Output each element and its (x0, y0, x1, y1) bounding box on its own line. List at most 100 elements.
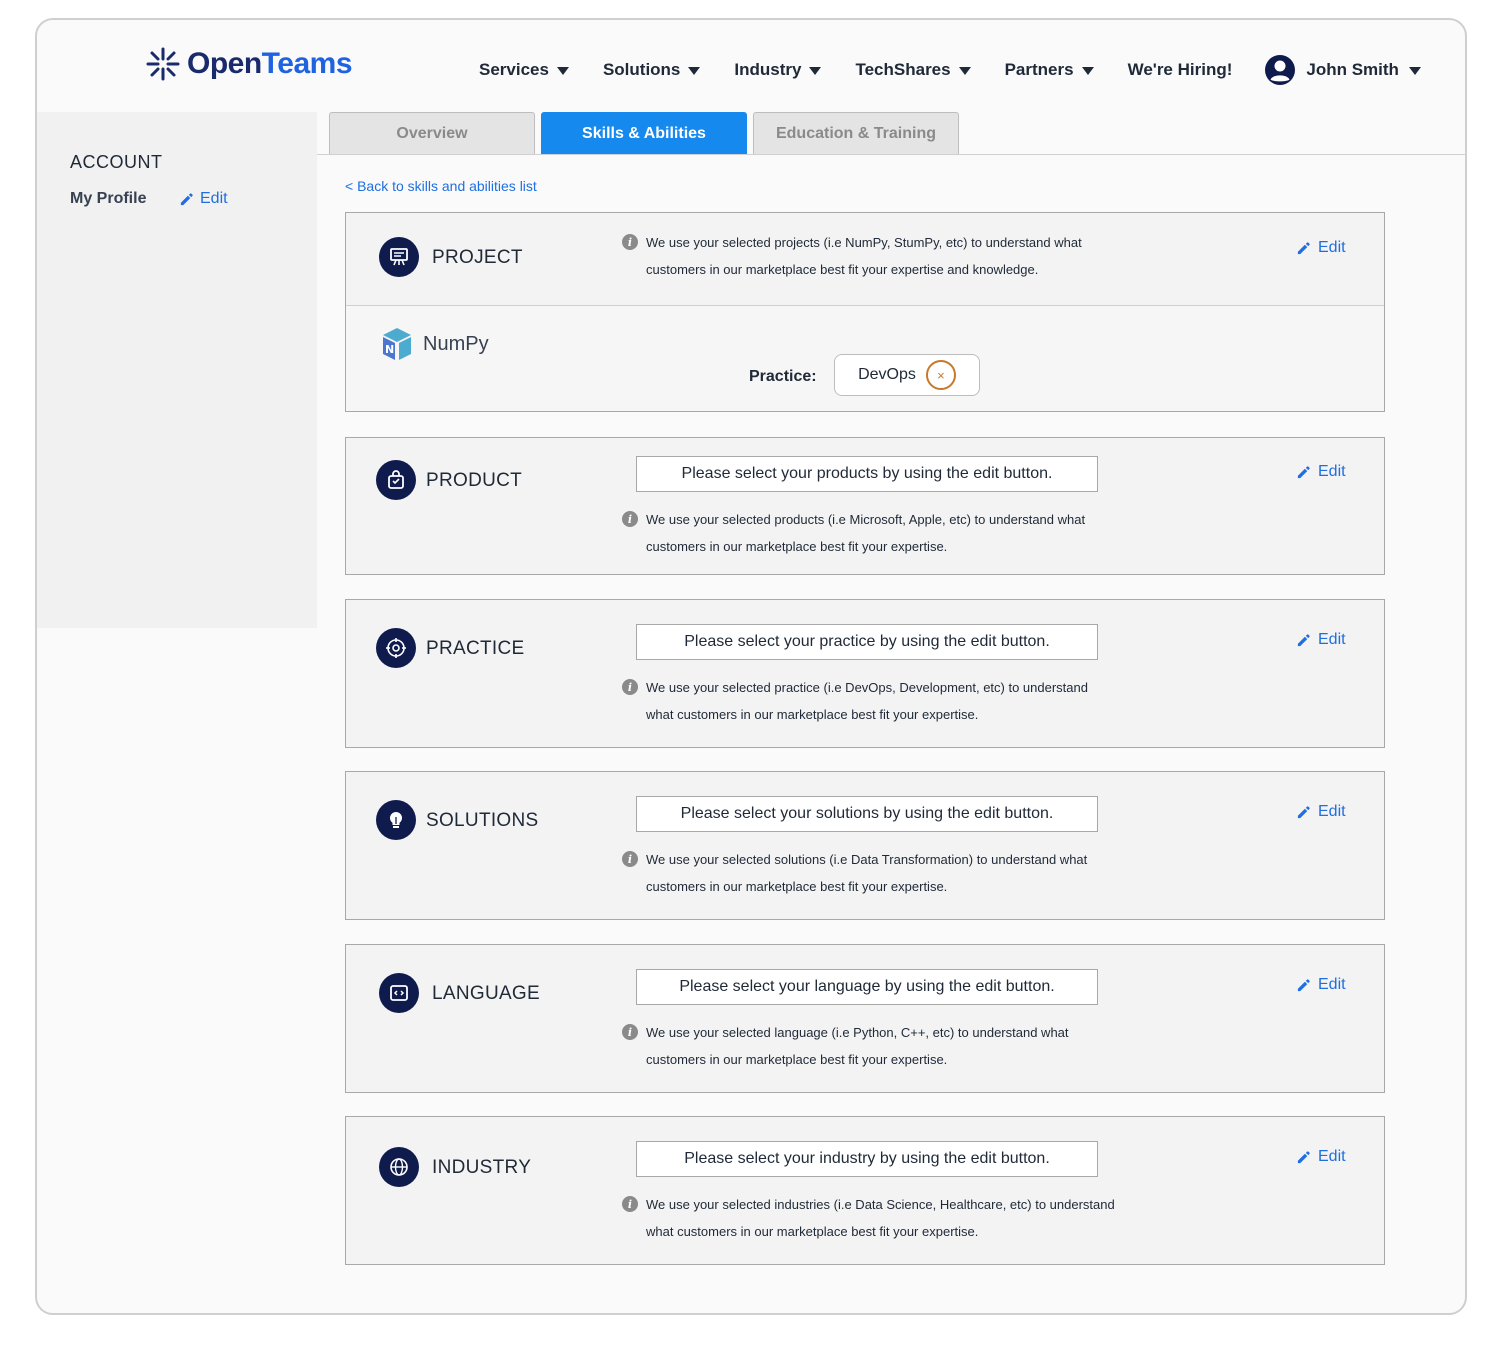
nav-partners[interactable]: Partners (1005, 60, 1094, 80)
caret-down-icon (1081, 67, 1094, 75)
openteams-logo[interactable]: OpenTeams (145, 46, 353, 82)
caret-down-icon (1408, 67, 1421, 75)
caret-down-icon (958, 67, 971, 75)
user-menu[interactable]: John Smith (1264, 54, 1421, 86)
sidebar: ACCOUNT My Profile Edit (37, 112, 317, 628)
solutions-info-text: We use your selected solutions (i.e Data… (646, 852, 1088, 894)
product-prompt-box: Please select your products by using the… (636, 456, 1098, 492)
project-info-text: We use your selected projects (i.e NumPy… (646, 235, 1082, 277)
edit-label: Edit (1318, 631, 1346, 648)
code-window-icon (390, 985, 408, 1001)
numpy-logo-icon: N (383, 328, 411, 360)
info-icon: i (622, 511, 638, 527)
practice-info-text: We use your selected practice (i.e DevOp… (646, 680, 1088, 722)
edit-label: Edit (1318, 239, 1346, 256)
solutions-info: i We use your selected solutions (i.e Da… (622, 846, 1116, 900)
sidebar-item-my-profile[interactable]: My Profile (70, 190, 146, 208)
practice-title: PRACTICE (426, 638, 525, 659)
product-icon (376, 460, 416, 500)
nav-label: TechShares (855, 60, 951, 79)
tab-divider (317, 154, 1465, 155)
pencil-icon (1297, 1150, 1310, 1163)
caret-down-icon (688, 67, 701, 75)
presentation-board-icon (390, 248, 408, 266)
industry-prompt-box: Please select your industry by using the… (636, 1141, 1098, 1177)
industry-icon (379, 1147, 419, 1187)
tab-education-training[interactable]: Education & Training (753, 112, 959, 154)
solutions-prompt-box: Please select your solutions by using th… (636, 796, 1098, 832)
svg-text:N: N (385, 343, 394, 356)
nav-services[interactable]: Services (479, 60, 569, 80)
edit-label: Edit (1318, 1148, 1346, 1165)
nav-label: Services (479, 60, 549, 79)
product-card: PRODUCT Please select your products by u… (345, 437, 1385, 575)
gear-target-icon (386, 638, 406, 658)
project-item-numpy: N NumPy (379, 326, 489, 362)
practice-info: i We use your selected practice (i.e Dev… (622, 674, 1116, 728)
back-to-list-link[interactable]: < Back to skills and abilities list (345, 178, 537, 194)
pencil-icon (180, 192, 193, 205)
profile-edit-button[interactable]: Edit (179, 190, 228, 208)
edit-label: Edit (1318, 463, 1346, 480)
product-title: PRODUCT (426, 470, 523, 491)
industry-card: INDUSTRY Please select your industry by … (345, 1116, 1385, 1265)
bag-icon (388, 470, 404, 489)
industry-info: i We use your selected industries (i.e D… (622, 1191, 1116, 1245)
pencil-icon (1297, 805, 1310, 818)
nav-label: Industry (734, 60, 802, 79)
solutions-card: SOLUTIONS Please select your solutions b… (345, 771, 1385, 920)
edit-label: Edit (1318, 803, 1346, 820)
globe-icon (390, 1158, 408, 1176)
project-icon (379, 237, 419, 277)
practice-prompt-box: Please select your practice by using the… (636, 624, 1098, 660)
product-info: i We use your selected products (i.e Mic… (622, 506, 1116, 560)
language-icon (379, 973, 419, 1013)
language-edit-button[interactable]: Edit (1296, 976, 1346, 994)
practice-card: PRACTICE Please select your practice by … (345, 599, 1385, 748)
product-edit-button[interactable]: Edit (1296, 463, 1346, 481)
nav-label: Partners (1004, 60, 1074, 79)
app-window: OpenTeams Services Solutions Industry Te… (35, 18, 1467, 1315)
language-card: LANGUAGE Please select your language by … (345, 944, 1385, 1093)
caret-down-icon (809, 67, 822, 75)
project-title: PROJECT (432, 247, 523, 268)
practice-value: DevOps (858, 366, 916, 383)
industry-title: INDUSTRY (432, 1157, 532, 1178)
nav-hiring-link[interactable]: We're Hiring! (1128, 60, 1233, 80)
nav-label: Solutions (602, 60, 681, 79)
project-edit-button[interactable]: Edit (1296, 239, 1346, 257)
pencil-icon (1297, 633, 1310, 646)
solutions-title: SOLUTIONS (426, 810, 539, 831)
user-avatar-icon (1265, 55, 1296, 85)
solutions-edit-button[interactable]: Edit (1296, 803, 1346, 821)
solutions-icon (376, 800, 416, 840)
pencil-icon (1297, 241, 1310, 254)
industry-edit-button[interactable]: Edit (1296, 1148, 1346, 1166)
practice-devops-chip: DevOps × (834, 354, 980, 396)
tab-skills-abilities[interactable]: Skills & Abilities (541, 112, 747, 154)
logo-text-open: Open (187, 47, 262, 80)
user-name: John Smith (1306, 60, 1399, 79)
language-info-text: We use your selected language (i.e Pytho… (646, 1025, 1069, 1067)
remove-practice-icon[interactable]: × (925, 360, 956, 390)
openteams-logo-icon (146, 47, 180, 81)
main-nav: Services Solutions Industry TechShares P… (479, 54, 1421, 86)
edit-label: Edit (1318, 976, 1346, 993)
nav-industry[interactable]: Industry (734, 60, 822, 80)
tab-overview[interactable]: Overview (329, 112, 535, 154)
project-selection: N NumPy Practice: DevOps × (346, 306, 1384, 411)
tab-bar: Overview Skills & Abilities Education & … (329, 112, 959, 154)
practice-icon (376, 628, 416, 668)
nav-solutions[interactable]: Solutions (602, 60, 701, 80)
practice-edit-button[interactable]: Edit (1296, 631, 1346, 649)
language-info: i We use your selected language (i.e Pyt… (622, 1019, 1116, 1073)
pencil-icon (1297, 978, 1310, 991)
info-icon: i (622, 679, 638, 695)
language-title: LANGUAGE (432, 983, 540, 1004)
nav-techshares[interactable]: TechShares (855, 60, 971, 80)
industry-info-text: We use your selected industries (i.e Dat… (646, 1197, 1115, 1239)
info-icon: i (622, 234, 638, 250)
info-icon: i (622, 1024, 638, 1040)
project-info: i We use your selected projects (i.e Num… (622, 229, 1116, 283)
language-prompt-box: Please select your language by using the… (636, 969, 1098, 1005)
